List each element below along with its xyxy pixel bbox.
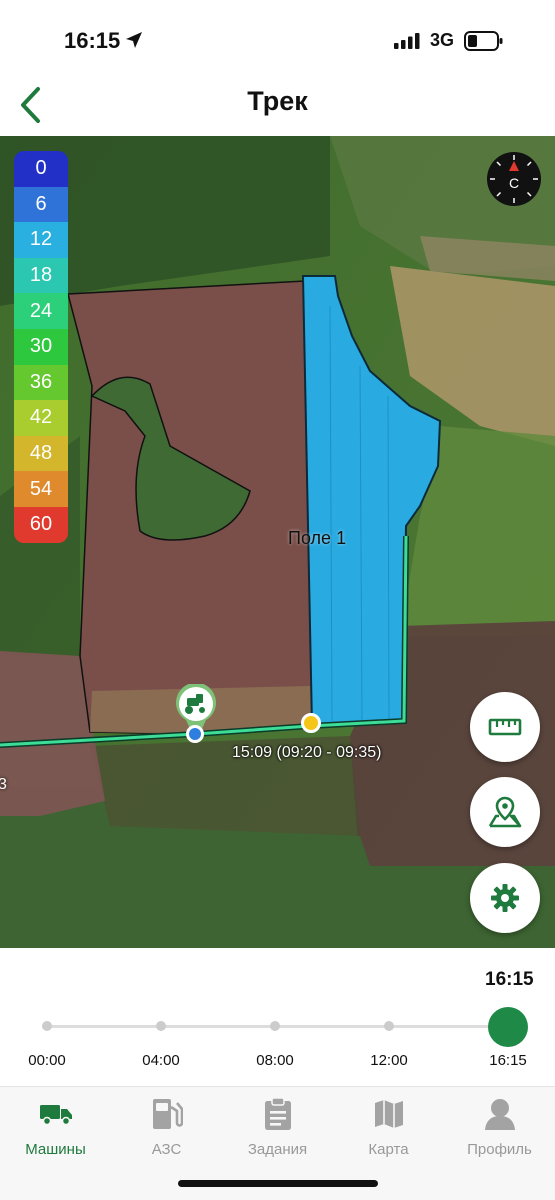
status-bar: 16:15 3G: [0, 0, 555, 78]
page-title: Трек: [247, 86, 308, 116]
satellite-map: [0, 136, 555, 948]
tab-machines[interactable]: Машины: [0, 1087, 111, 1167]
compass-letter: С: [509, 175, 519, 191]
timeline-tick-label: 16:15: [489, 1052, 527, 1069]
track-end-marker[interactable]: [301, 713, 321, 733]
legend-item: 54: [14, 471, 68, 507]
timeline-tick-label: 00:00: [28, 1052, 66, 1069]
signal-icon: [394, 33, 420, 49]
legend-item: 48: [14, 435, 68, 472]
timeline-dot[interactable]: [42, 1021, 52, 1031]
current-time-label: 16:15: [485, 969, 534, 990]
legend-item: 18: [14, 257, 68, 294]
track-time-label: 15:09 (09:20 - 09:35): [232, 744, 382, 761]
edge-label: 3: [0, 776, 7, 793]
settings-button[interactable]: [470, 863, 540, 933]
tab-label: АЗС: [151, 1141, 182, 1158]
timeline-tick-label: 12:00: [370, 1052, 408, 1069]
legend-item: 60: [14, 506, 68, 543]
status-time: 16:15: [64, 28, 121, 53]
compass-icon[interactable]: С: [486, 151, 542, 207]
tab-label: Машины: [25, 1141, 86, 1158]
legend-item: 0: [14, 151, 68, 187]
timeline-dot[interactable]: [384, 1021, 394, 1031]
legend-item: 24: [14, 293, 68, 329]
network-type: 3G: [430, 30, 455, 50]
field-label: Поле 1: [288, 528, 347, 548]
timeline-dot[interactable]: [270, 1021, 280, 1031]
legend-item: 36: [14, 364, 68, 401]
timeline-dot[interactable]: [156, 1021, 166, 1031]
map-view[interactable]: Поле 1 15:09 (09:20 - 09:35) 3: [0, 136, 555, 948]
tab-label: Задания: [247, 1141, 308, 1158]
legend-item: 12: [14, 222, 68, 258]
timeline: 16:15 00:00 04:00 08:00 12:00 16:15: [0, 948, 555, 1086]
map-pin-icon: [488, 796, 522, 828]
tab-tasks[interactable]: Задания: [222, 1087, 333, 1167]
legend-item: 42: [14, 400, 68, 436]
legend-item: 30: [14, 328, 68, 365]
location-button[interactable]: [470, 777, 540, 847]
clipboard-icon: [264, 1097, 292, 1131]
tab-label: Карта: [368, 1141, 409, 1158]
battery-icon: [464, 31, 503, 51]
location-arrow-icon: [126, 32, 142, 48]
tab-profile[interactable]: Профиль: [444, 1087, 555, 1167]
timeline-slider-knob[interactable]: [488, 1007, 528, 1047]
legend-item: 6: [14, 186, 68, 223]
home-indicator: [178, 1180, 378, 1187]
gear-icon: [491, 884, 519, 912]
ruler-button[interactable]: [470, 692, 540, 762]
tab-gas-stations[interactable]: АЗС: [111, 1087, 222, 1167]
nav-bar: Трек: [0, 78, 555, 136]
person-icon: [483, 1097, 517, 1131]
ruler-icon: [488, 718, 522, 736]
tab-map[interactable]: Карта: [333, 1087, 444, 1167]
track-start-marker[interactable]: [186, 725, 204, 743]
timeline-tick-label: 04:00: [142, 1052, 180, 1069]
timeline-tick-label: 08:00: [256, 1052, 294, 1069]
map-icon: [373, 1097, 405, 1131]
tab-label: Профиль: [467, 1141, 532, 1158]
fuel-pump-icon: [151, 1097, 183, 1131]
speed-legend: 0 6 12 18 24 30 36 42 48 54 60: [14, 151, 68, 543]
truck-icon: [39, 1097, 73, 1131]
